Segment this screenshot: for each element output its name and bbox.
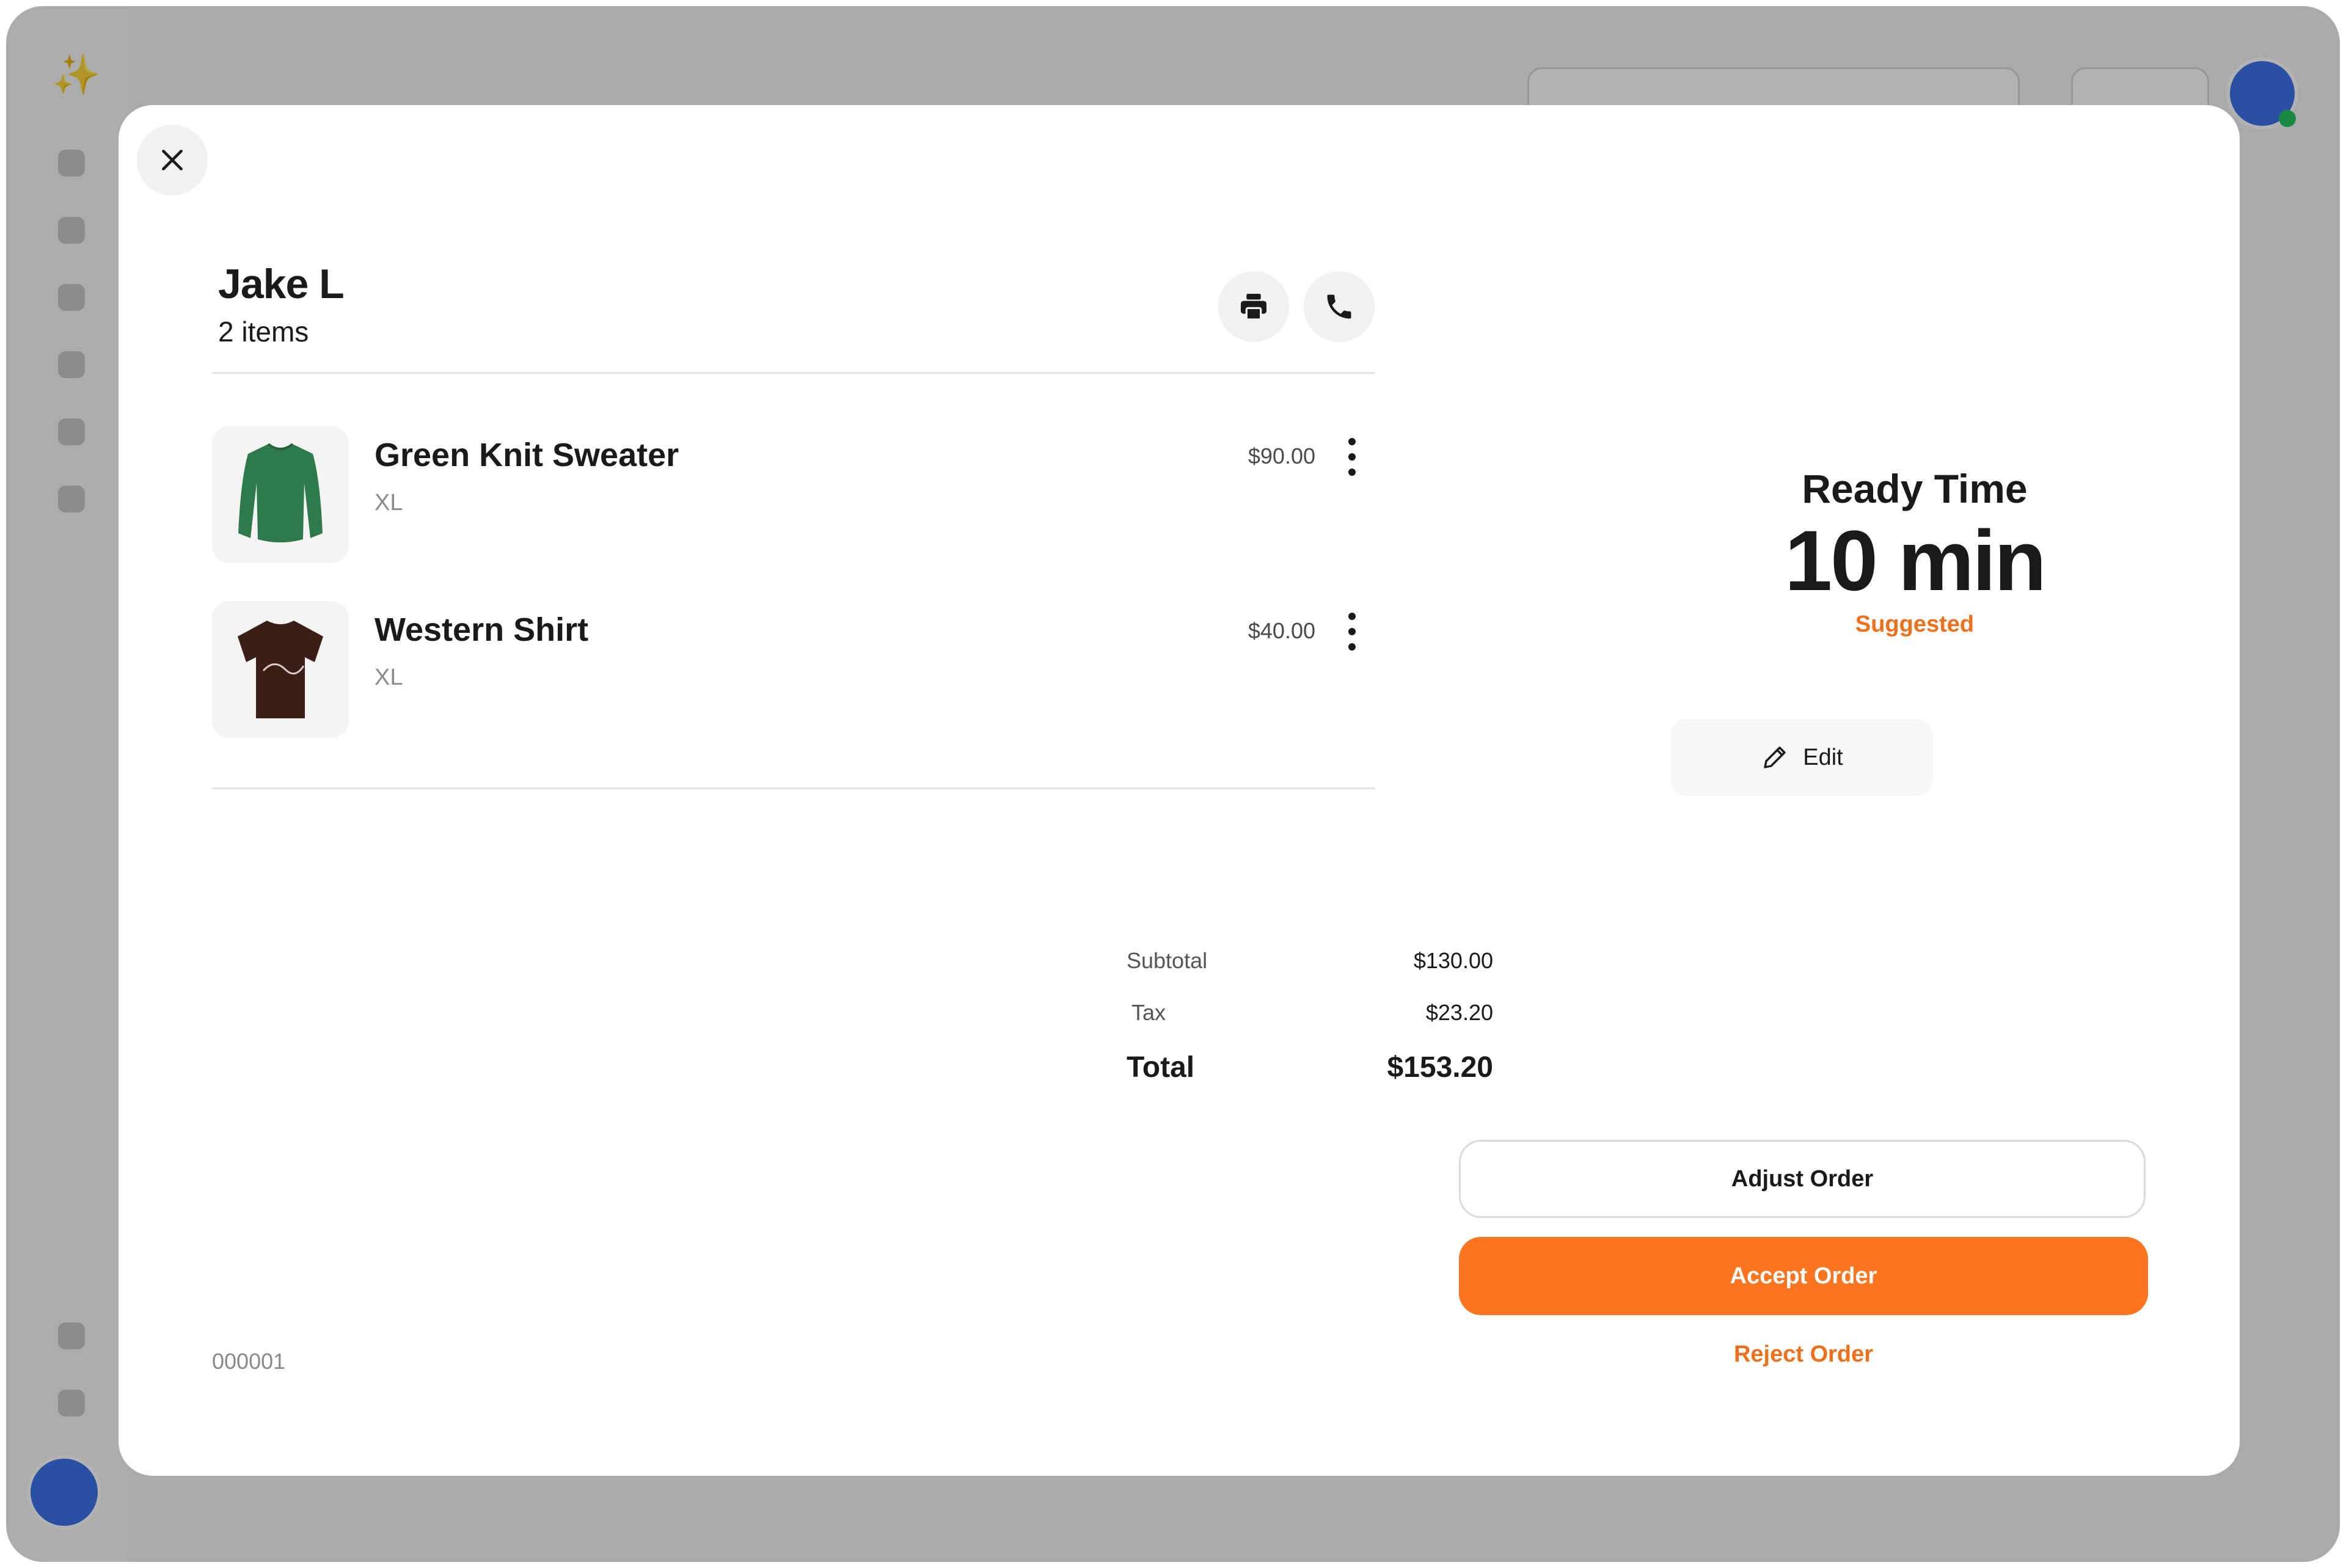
edit-ready-time-button[interactable]: Edit [1670,719,1933,796]
reject-order-button[interactable]: Reject Order [1459,1333,2148,1376]
adjust-order-button[interactable]: Adjust Order [1459,1140,2146,1218]
list-item: Green Knit Sweater XL $90.00 [212,426,1375,563]
item-name: Western Shirt [375,611,589,648]
call-button[interactable] [1304,271,1375,342]
item-price: $40.00 [1248,618,1315,643]
subtotal-value: $130.00 [1413,948,1493,973]
item-variant: XL [375,665,403,690]
more-vertical-icon [1348,613,1356,651]
item-price: $90.00 [1248,443,1315,469]
tax-label: Tax [1131,1000,1166,1025]
ready-time-panel: Ready Time 10 min Suggested [1524,465,2306,638]
tax-value: $23.20 [1425,1000,1493,1025]
accept-order-button[interactable]: Accept Order [1459,1237,2148,1315]
product-thumbnail [212,601,349,738]
item-options-button[interactable] [1335,607,1369,656]
ready-time-title: Ready Time [1802,466,2028,511]
order-detail-modal: Jake L 2 items Green Knit Sweater XL $90… [119,105,2240,1476]
list-item: Western Shirt XL $40.00 [212,601,1375,738]
app-window: ✨ Jake L 2 items Green Knit Sweater XL $… [6,6,2340,1562]
item-name: Green Knit Sweater [375,437,679,473]
items-divider [212,787,1375,789]
sweater-image [238,443,323,542]
subtotal-label: Subtotal [1127,948,1208,973]
header-divider [212,372,1375,374]
total-label: Total [1127,1051,1195,1084]
item-options-button[interactable] [1335,432,1369,481]
close-button[interactable] [137,125,208,195]
item-count: 2 items [218,316,309,348]
edit-label: Edit [1803,744,1843,770]
ready-time-note: Suggested [1855,611,1975,637]
shirt-image [238,621,323,718]
total-value: $153.20 [1387,1051,1493,1084]
more-vertical-icon [1348,438,1356,476]
printer-icon [1241,294,1266,321]
phone-icon [1327,294,1351,319]
ready-time-value: 10 min [1785,512,2047,608]
customer-name: Jake L [218,261,345,307]
pencil-icon [1764,746,1786,768]
print-button[interactable] [1218,271,1289,342]
close-icon [162,150,183,170]
product-thumbnail [212,426,349,563]
item-variant: XL [375,490,403,516]
order-id: 000001 [212,1349,286,1374]
